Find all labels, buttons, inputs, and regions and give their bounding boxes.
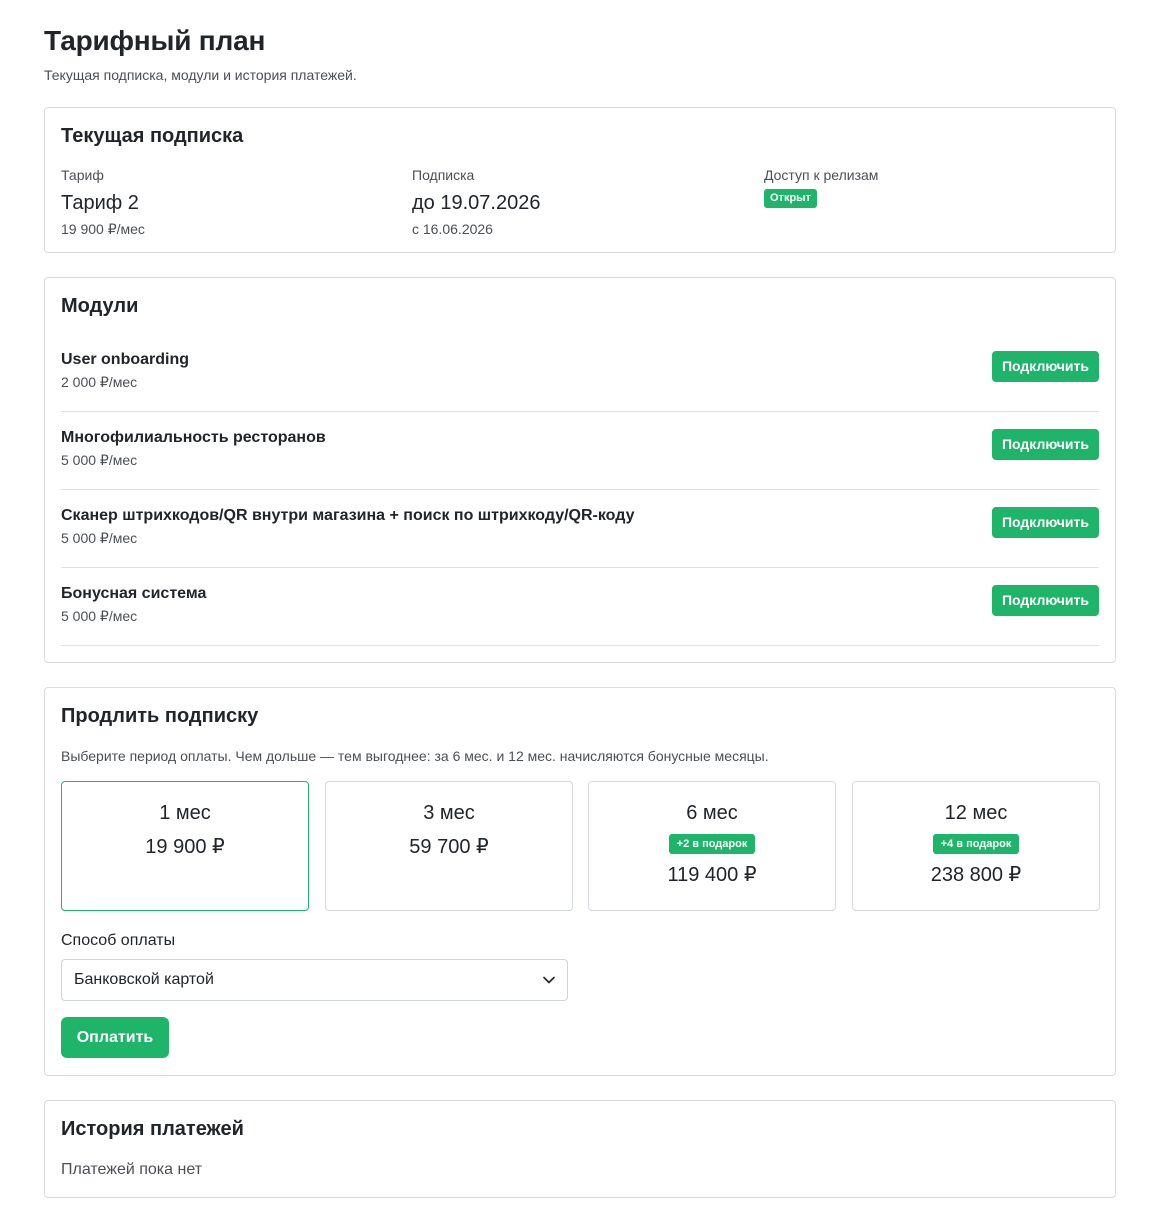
modules-heading: Модули [61, 295, 139, 317]
tariff-price: 19 900 ₽/мес [61, 221, 145, 237]
tariff-value: Тариф 2 [61, 192, 139, 214]
payment-history-empty: Платежей пока нет [61, 1161, 203, 1178]
module-price: 2 000 ₽/мес [61, 374, 138, 390]
period-price: 59 700 ₽ [409, 836, 489, 858]
releases-label: Доступ к релизам [764, 167, 879, 183]
module-row: Сканер штрихкодов/QR внутри магазина + п… [61, 490, 1099, 568]
tariff-block: Тариф Тариф 2 19 900 ₽/мес [61, 166, 145, 238]
releases-status-badge: Открыт [764, 189, 817, 208]
extend-subscription-heading: Продлить подписку [61, 705, 259, 727]
connect-module-button[interactable]: Подключить [991, 351, 1099, 382]
extend-subscription-card: Продлить подписку Выберите период оплаты… [44, 687, 1116, 1076]
subscription-start-date: с 16.06.2026 [412, 221, 493, 237]
period-option-3-months[interactable]: 3 мес 59 700 ₽ [325, 781, 573, 911]
period-label: 12 мес [944, 802, 1008, 824]
tariff-label: Тариф [61, 167, 104, 183]
payment-method-label: Способ оплаты [61, 932, 176, 949]
subscription-end-date: до 19.07.2026 [412, 192, 541, 214]
module-name: User onboarding [61, 351, 190, 368]
payment-history-heading: История платежей [61, 1118, 244, 1140]
module-name: Бонусная система [61, 585, 207, 602]
module-row: Бонусная система 5 000 ₽/мес Подключить [61, 568, 1099, 646]
period-option-12-months[interactable]: 12 мес +4 в подарок 238 800 ₽ [852, 781, 1100, 911]
period-price: 19 900 ₽ [145, 836, 225, 858]
page-subtitle: Текущая подписка, модули и история плате… [44, 67, 357, 83]
bonus-badge: +4 в подарок [932, 834, 1020, 854]
subscription-label: Подписка [412, 167, 475, 183]
period-option-1-month[interactable]: 1 мес 19 900 ₽ [61, 781, 309, 911]
period-label: 6 мес [686, 802, 738, 824]
modules-card: Модули User onboarding 2 000 ₽/мес Подкл… [44, 277, 1116, 663]
module-price: 5 000 ₽/мес [61, 530, 138, 546]
period-label: 1 мес [159, 802, 211, 824]
subscription-block: Подписка до 19.07.2026 с 16.06.2026 [412, 166, 540, 238]
module-row: Многофилиальность ресторанов 5 000 ₽/мес… [61, 412, 1099, 490]
releases-block: Доступ к релизам Открыт [764, 166, 878, 208]
period-option-6-months[interactable]: 6 мес +2 в подарок 119 400 ₽ [588, 781, 836, 911]
period-label: 3 мес [423, 802, 475, 824]
extend-description: Выберите период оплаты. Чем дольше — тем… [61, 748, 769, 764]
module-price: 5 000 ₽/мес [61, 452, 138, 468]
module-name: Сканер штрихкодов/QR внутри магазина + п… [61, 507, 635, 524]
connect-module-button[interactable]: Подключить [991, 429, 1099, 460]
page-title: Тарифный план [44, 25, 266, 56]
module-row: User onboarding 2 000 ₽/мес Подключить [61, 334, 1099, 412]
module-price: 5 000 ₽/мес [61, 608, 138, 624]
period-price: 238 800 ₽ [930, 864, 1022, 886]
payment-history-card: История платежей Платежей пока нет [44, 1100, 1116, 1198]
bonus-badge: +2 в подарок [668, 834, 756, 854]
payment-method-select[interactable]: Банковской картой [61, 959, 568, 1001]
payment-method-value: Банковской картой [74, 971, 214, 988]
period-price: 119 400 ₽ [667, 864, 757, 886]
current-subscription-card: Текущая подписка Тариф Тариф 2 19 900 ₽/… [44, 107, 1116, 253]
connect-module-button[interactable]: Подключить [991, 585, 1099, 616]
current-subscription-heading: Текущая подписка [61, 125, 244, 147]
connect-module-button[interactable]: Подключить [991, 507, 1099, 538]
page: Тарифный план Текущая подписка, модули и… [44, 24, 1116, 1198]
chevron-down-icon [543, 974, 555, 986]
pay-button[interactable]: Оплатить [61, 1017, 169, 1058]
module-name: Многофилиальность ресторанов [61, 429, 326, 446]
